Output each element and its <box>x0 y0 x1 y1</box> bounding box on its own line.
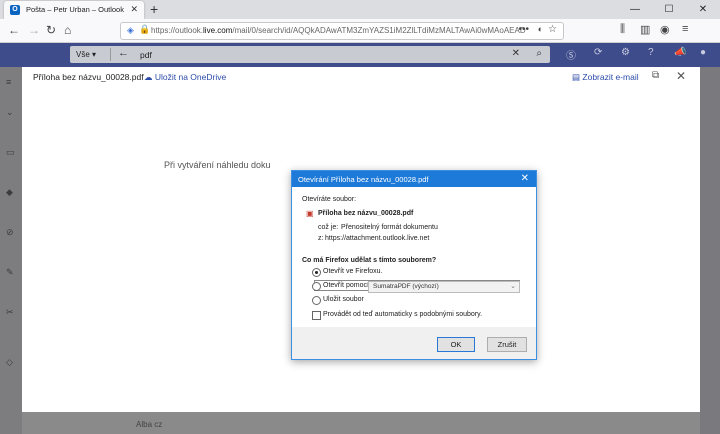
open-firefox-label[interactable]: Otevřít ve Firefoxu. <box>323 268 383 275</box>
search-box[interactable]: Vše ▾ ← pdf ✕ ⌕ <box>70 46 550 63</box>
save-onedrive-label: Uložit na OneDrive <box>154 72 227 82</box>
save-file-radio[interactable] <box>312 296 321 305</box>
search-scope-label: Vše <box>76 50 90 59</box>
dialog-body: Otevíráte soubor: ▣ Příloha bez názvu_00… <box>292 187 536 327</box>
left-nav-strip: ≡ ⌄ ▭ ◆ ⊘ ✎ ✂ ◇ <box>0 67 22 434</box>
bookmark-star-icon[interactable]: ☆ <box>548 24 557 35</box>
dialog-close-icon[interactable]: ✕ <box>521 173 529 184</box>
preview-loading-message: Při vytváření náhledu doku <box>164 160 271 170</box>
open-file-dialog: Otevírání Příloha bez názvu_00028.pdf ✕ … <box>291 170 537 360</box>
whats-new-icon[interactable]: 📣 <box>674 47 686 58</box>
folder-icon[interactable]: ▭ <box>6 147 15 158</box>
right-message-strip <box>700 67 720 434</box>
search-query[interactable]: pdf <box>140 50 152 60</box>
url-text[interactable]: https://outlook.live.com/mail/0/search/i… <box>151 26 526 35</box>
bottom-strip: Alba cz <box>22 412 700 434</box>
sidebar-icon[interactable]: ▥ <box>640 23 650 36</box>
dialog-title: Otevírání Příloha bez názvu_00028.pdf <box>298 175 429 184</box>
avatar[interactable]: ● <box>700 47 706 58</box>
url-domain: live.com <box>203 26 233 35</box>
edit-icon[interactable]: ✎ <box>6 267 14 278</box>
home-icon[interactable]: ⌂ <box>64 23 71 37</box>
url-prefix: https://outlook. <box>151 26 204 35</box>
search-scope-dropdown[interactable]: Vše ▾ <box>76 50 96 59</box>
new-tab-button[interactable]: + <box>150 1 158 17</box>
tab-title: Pošta – Petr Urban – Outlook <box>26 5 124 14</box>
skype-icon[interactable]: Ⓢ <box>566 47 576 62</box>
close-tab-icon[interactable]: ✕ <box>130 4 138 15</box>
mail-icon: ▤ <box>572 72 583 82</box>
diamond-icon[interactable]: ◇ <box>6 357 13 368</box>
chevron-down-icon: ⌄ <box>510 283 516 290</box>
view-email-label: Zobrazit e-mail <box>582 72 639 82</box>
search-back-icon[interactable]: ← <box>118 47 129 59</box>
remember-checkbox[interactable] <box>312 311 321 320</box>
save-onedrive-button[interactable]: ☁ Uložit na OneDrive <box>144 72 226 83</box>
browser-tab-bar: O Pošta – Petr Urban – Outlook ✕ + — ☐ ✕ <box>0 0 720 19</box>
open-with-app-value: SumatraPDF (výchozí) <box>373 283 439 290</box>
help-icon[interactable]: ? <box>648 47 654 58</box>
ok-button[interactable]: OK <box>437 337 475 352</box>
file-from-label: z: <box>318 235 324 242</box>
menu-icon[interactable]: ≡ <box>682 23 688 35</box>
back-button[interactable]: ← <box>8 23 20 37</box>
bottom-text: Alba cz <box>136 420 163 429</box>
open-with-radio[interactable] <box>312 282 321 291</box>
url-bar[interactable]: ◈ 🔒 https://outlook.live.com/mail/0/sear… <box>120 22 564 40</box>
pocket-icon[interactable]: ◐ <box>538 24 543 34</box>
tag-icon[interactable]: ◆ <box>6 187 13 198</box>
browser-nav-bar: ← → ↻ ⌂ ◈ 🔒 https://outlook.live.com/mai… <box>0 19 720 43</box>
outlook-favicon-icon: O <box>10 5 20 15</box>
action-question: Co má Firefox udělat s tímto souborem? <box>302 257 437 264</box>
page-actions-icon[interactable]: ••• <box>518 24 529 35</box>
close-window-button[interactable]: ✕ <box>686 0 720 19</box>
attachment-name: Příloha bez názvu_00028.pdf <box>33 72 144 82</box>
browser-tab[interactable]: O Pošta – Petr Urban – Outlook ✕ <box>4 1 144 19</box>
popout-icon[interactable]: ⧉ <box>652 70 659 81</box>
settings-gear-icon[interactable]: ⚙ <box>621 47 630 58</box>
lock-icon[interactable]: 🔒 <box>139 24 150 35</box>
file-from-value: https://attachment.outlook.live.net <box>325 235 430 242</box>
outlook-top-bar: Vše ▾ ← pdf ✕ ⌕ <box>0 43 720 67</box>
file-name: Příloha bez názvu_00028.pdf <box>318 210 414 217</box>
file-type-label: což je: <box>318 224 339 231</box>
minimize-button[interactable]: — <box>618 0 652 19</box>
search-clear-icon[interactable]: ✕ <box>512 48 520 59</box>
close-preview-icon[interactable]: ✕ <box>676 69 686 83</box>
library-icon[interactable]: ⫼ <box>620 23 625 36</box>
maximize-button[interactable]: ☐ <box>652 0 686 19</box>
window-controls: — ☐ ✕ <box>618 0 720 19</box>
scissors-icon[interactable]: ✂ <box>6 307 14 318</box>
open-firefox-radio[interactable] <box>312 268 321 277</box>
url-path: /mail/0/search/id/AQQkADAwATM3ZmYAZS1iM2… <box>232 26 526 35</box>
file-type-value: Přenositelný formát dokumentu <box>341 224 438 231</box>
account-icon[interactable]: ◉ <box>660 23 670 36</box>
search-divider <box>110 48 111 61</box>
cloud-icon: ☁ <box>144 72 155 82</box>
tracking-shield-icon[interactable]: ◈ <box>127 25 134 36</box>
search-icon[interactable]: ⌕ <box>536 48 542 59</box>
dialog-title-bar: Otevírání Příloha bez názvu_00028.pdf ✕ <box>292 171 536 187</box>
opening-label: Otevíráte soubor: <box>302 196 357 203</box>
view-email-button[interactable]: ▤ Zobrazit e-mail <box>572 72 639 83</box>
dialog-footer: OK Zrušit <box>292 327 536 359</box>
open-with-app-select[interactable]: SumatraPDF (výchozí) ⌄ <box>368 281 520 293</box>
calendar-sync-icon[interactable]: ⟳ <box>594 47 602 58</box>
open-with-label[interactable]: Otevřít pomocí <box>323 282 369 289</box>
save-file-label[interactable]: Uložit soubor <box>323 296 364 303</box>
blocked-icon[interactable]: ⊘ <box>6 227 14 238</box>
pdf-file-icon: ▣ <box>306 209 314 218</box>
hamburger-icon[interactable]: ≡ <box>6 77 11 87</box>
remember-label[interactable]: Provádět od teď automaticky s podobnými … <box>323 311 482 318</box>
forward-button[interactable]: → <box>28 23 40 37</box>
cancel-button[interactable]: Zrušit <box>487 337 527 352</box>
reload-button[interactable]: ↻ <box>46 23 56 37</box>
chevron-down-icon[interactable]: ⌄ <box>6 107 14 118</box>
